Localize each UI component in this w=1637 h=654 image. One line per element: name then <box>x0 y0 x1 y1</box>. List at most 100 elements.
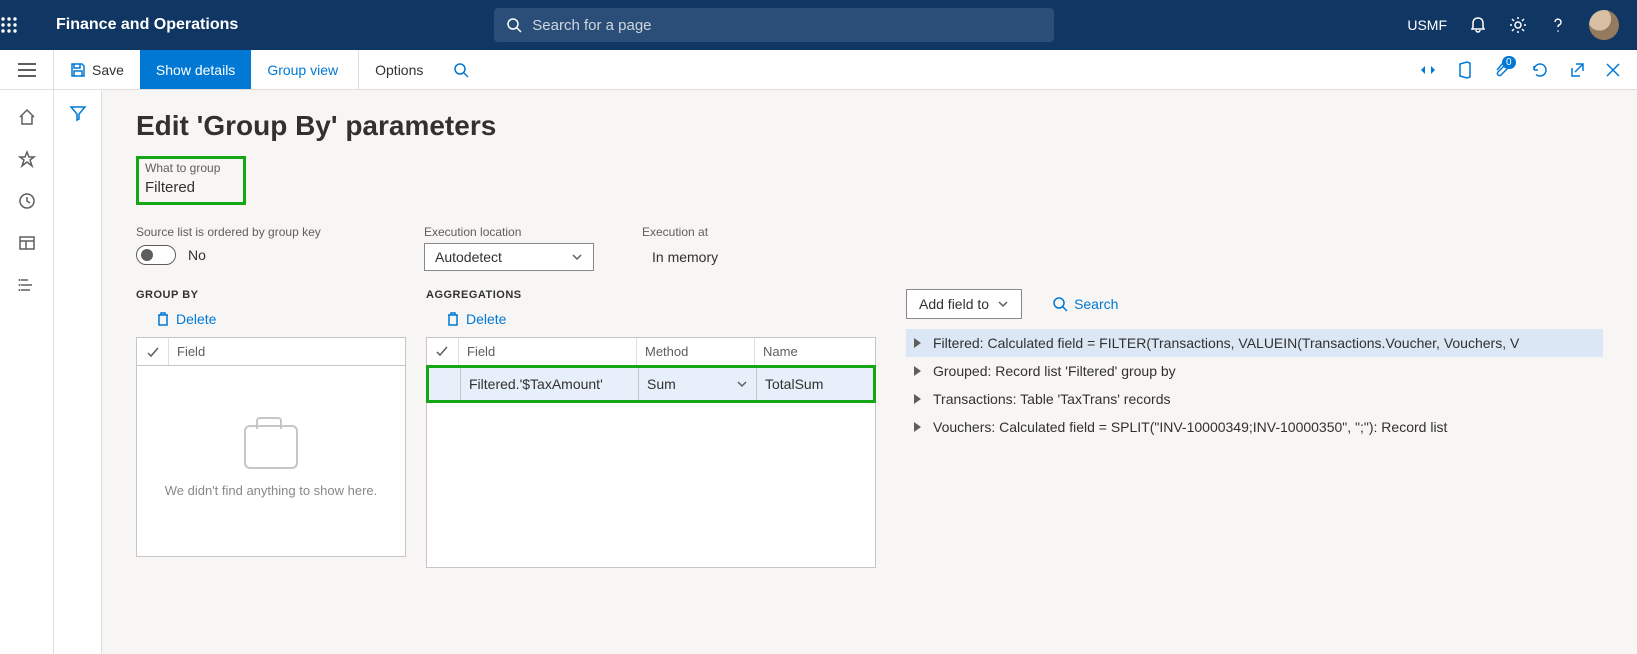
options-menu[interactable]: Options <box>358 50 439 89</box>
agg-row-field-text: Filtered.'$TaxAmount' <box>469 376 603 392</box>
attachments-button[interactable]: 0 <box>1493 61 1511 79</box>
nav-toggle[interactable] <box>0 50 54 89</box>
close-icon[interactable] <box>1605 62 1621 78</box>
office-icon[interactable] <box>1457 61 1473 79</box>
popout-icon[interactable] <box>1569 62 1585 78</box>
gear-icon[interactable] <box>1509 16 1527 34</box>
app-title: Finance and Operations <box>50 16 254 34</box>
exec-loc-value: Autodetect <box>435 249 502 265</box>
recent-icon[interactable] <box>18 192 36 210</box>
expand-icon[interactable] <box>914 394 921 404</box>
search-placeholder: Search for a page <box>532 17 651 34</box>
user-avatar[interactable] <box>1589 10 1619 40</box>
agg-row[interactable]: Filtered.'$TaxAmount' Sum TotalSum <box>429 368 873 400</box>
ordered-value: No <box>188 247 206 263</box>
bell-icon[interactable] <box>1469 16 1487 34</box>
agg-delete-button[interactable]: Delete <box>446 311 886 327</box>
show-details-tab[interactable]: Show details <box>140 50 251 89</box>
agg-row-method-text: Sum <box>647 376 676 392</box>
agg-row-name-text: TotalSum <box>765 376 823 392</box>
company-code[interactable]: USMF <box>1407 17 1447 33</box>
tree-row[interactable]: Filtered: Calculated field = FILTER(Tran… <box>906 329 1603 357</box>
agg-row-method[interactable]: Sum <box>639 368 757 400</box>
chevron-down-icon <box>736 378 748 390</box>
groupby-delete-label: Delete <box>176 311 216 327</box>
options-label: Options <box>375 62 423 78</box>
left-nav <box>0 90 54 654</box>
app-launcher-icon[interactable] <box>0 16 50 34</box>
tree-row[interactable]: Transactions: Table 'TaxTrans' records <box>906 385 1603 413</box>
tree-search-label: Search <box>1074 296 1118 312</box>
pepper-icon[interactable] <box>1419 63 1437 77</box>
tree-row[interactable]: Grouped: Record list 'Filtered' group by <box>906 357 1603 385</box>
ordered-field: Source list is ordered by group key No <box>136 225 376 265</box>
groupby-heading: GROUP BY <box>136 289 426 301</box>
refresh-icon[interactable] <box>1531 61 1549 79</box>
tree-row[interactable]: Vouchers: Calculated field = SPLIT("INV-… <box>906 413 1603 441</box>
trash-icon <box>156 311 170 327</box>
agg-col-method[interactable]: Method <box>637 338 755 365</box>
chevron-down-icon <box>997 298 1009 310</box>
search-icon <box>1052 296 1068 312</box>
what-to-group-label: What to group <box>145 161 237 175</box>
favorite-icon[interactable] <box>18 150 36 168</box>
groupby-empty: We didn't find anything to show here. <box>137 366 405 556</box>
agg-heading: AGGREGATIONS <box>426 289 886 301</box>
group-view-label: Group view <box>267 62 338 78</box>
group-view-tab[interactable]: Group view <box>251 50 354 89</box>
agg-row-field[interactable]: Filtered.'$TaxAmount' <box>461 368 639 400</box>
expand-icon[interactable] <box>914 422 921 432</box>
workspace-icon[interactable] <box>18 234 36 252</box>
filter-panel-toggle[interactable] <box>54 90 102 654</box>
groupby-selectall[interactable] <box>137 338 169 365</box>
help-icon[interactable] <box>1549 16 1567 34</box>
exec-loc-label: Execution location <box>424 225 594 239</box>
global-topbar: Finance and Operations Search for a page… <box>0 0 1637 50</box>
groupby-col-field[interactable]: Field <box>169 338 405 365</box>
modules-icon[interactable] <box>18 276 36 294</box>
attachments-count: 0 <box>1502 56 1516 69</box>
action-search-button[interactable] <box>439 50 483 89</box>
search-icon <box>506 17 522 33</box>
funnel-icon <box>69 104 87 122</box>
agg-row-check[interactable] <box>429 368 461 400</box>
tree-search-button[interactable]: Search <box>1052 296 1118 312</box>
save-icon <box>70 62 86 78</box>
agg-selectall[interactable] <box>427 338 459 365</box>
exec-at-label: Execution at <box>642 225 728 239</box>
expand-icon[interactable] <box>914 366 921 376</box>
agg-row-name[interactable]: TotalSum <box>757 368 867 400</box>
action-bar: Save Show details Group view Options 0 <box>0 50 1637 90</box>
show-details-label: Show details <box>156 62 235 78</box>
groupby-empty-msg: We didn't find anything to show here. <box>165 483 378 498</box>
page-content: Edit 'Group By' parameters What to group… <box>102 90 1637 654</box>
exec-at-field: Execution at In memory <box>642 225 728 271</box>
expand-icon[interactable] <box>914 338 921 348</box>
agg-col-name[interactable]: Name <box>755 338 865 365</box>
hamburger-icon <box>18 63 36 77</box>
agg-delete-label: Delete <box>466 311 506 327</box>
agg-row-highlight: Filtered.'$TaxAmount' Sum TotalSum <box>426 365 876 403</box>
tree-row-label: Transactions: Table 'TaxTrans' records <box>933 391 1170 407</box>
global-search[interactable]: Search for a page <box>494 8 1054 42</box>
chevron-down-icon <box>571 251 583 263</box>
ordered-toggle[interactable] <box>136 245 176 265</box>
agg-col-field[interactable]: Field <box>459 338 637 365</box>
ordered-label: Source list is ordered by group key <box>136 225 376 239</box>
data-source-tree: Filtered: Calculated field = FILTER(Tran… <box>906 329 1603 441</box>
save-button[interactable]: Save <box>54 50 140 89</box>
exec-at-value: In memory <box>642 243 728 271</box>
tree-row-label: Filtered: Calculated field = FILTER(Tran… <box>933 335 1519 351</box>
tree-row-label: Vouchers: Calculated field = SPLIT("INV-… <box>933 419 1447 435</box>
groupby-delete-button[interactable]: Delete <box>156 311 426 327</box>
tree-row-label: Grouped: Record list 'Filtered' group by <box>933 363 1176 379</box>
empty-folder-icon <box>244 425 298 469</box>
exec-location-select[interactable]: Autodetect <box>424 243 594 271</box>
add-field-label: Add field to <box>919 296 989 312</box>
home-icon[interactable] <box>18 108 36 126</box>
exec-location-field: Execution location Autodetect <box>424 225 594 271</box>
add-field-to-button[interactable]: Add field to <box>906 289 1022 319</box>
what-to-group-field[interactable]: What to group Filtered <box>136 156 246 205</box>
trash-icon <box>446 311 460 327</box>
page-title: Edit 'Group By' parameters <box>136 110 1603 142</box>
